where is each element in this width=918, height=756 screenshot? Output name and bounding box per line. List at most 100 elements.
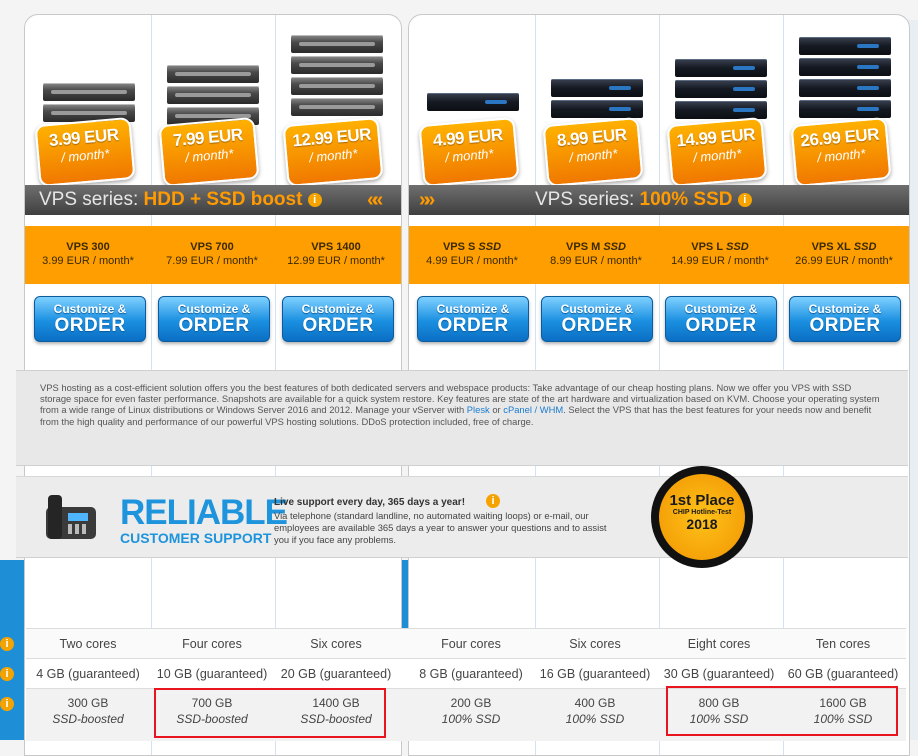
table-cell: 10 GB (guaranteed) bbox=[156, 667, 268, 681]
support-title: RELIABLE bbox=[120, 493, 288, 532]
product-name-cell: VPS L SSD 14.99 EUR / month* bbox=[659, 226, 781, 268]
product-price: 4.99 EUR / month* bbox=[426, 255, 518, 267]
table-cell: Six cores bbox=[569, 637, 621, 651]
product-name: VPS 700 bbox=[190, 241, 234, 253]
price-badge: 26.99 EUR / month* bbox=[790, 116, 892, 188]
series-title: VPS series: HDD + SSD boost i bbox=[39, 185, 322, 215]
product-name-suffix: SSD bbox=[478, 241, 502, 253]
product-name: VPS 300 bbox=[66, 241, 110, 253]
support-description: Via telephone (standard landline, no aut… bbox=[274, 510, 607, 545]
order-button-label: Customize & bbox=[53, 302, 127, 316]
series-prefix: VPS series: bbox=[535, 189, 640, 210]
table-cell: 60 GB (guaranteed) bbox=[787, 667, 899, 681]
product-price: 14.99 EUR / month* bbox=[671, 255, 769, 267]
table-cell: Four cores bbox=[182, 637, 242, 651]
table-cell: Two cores bbox=[59, 637, 117, 651]
table-cell: 300 GB SSD-boosted bbox=[52, 696, 124, 726]
order-button-vps-1400[interactable]: Customize & ORDER bbox=[282, 296, 394, 342]
order-button-vps-xl[interactable]: Customize & ORDER bbox=[789, 296, 901, 342]
award-title: 1st Place bbox=[669, 492, 735, 509]
order-button-vps-700[interactable]: Customize & ORDER bbox=[158, 296, 270, 342]
support-subtitle: CUSTOMER SUPPORT bbox=[120, 530, 272, 546]
table-cell: Six cores bbox=[310, 637, 362, 651]
order-button-label: ORDER bbox=[561, 315, 633, 336]
info-icon[interactable]: i bbox=[0, 637, 14, 651]
highlight-box bbox=[154, 688, 386, 738]
price-badge: 3.99 EUR / month* bbox=[34, 116, 136, 188]
product-name-cell: VPS XL SSD 26.99 EUR / month* bbox=[783, 226, 905, 268]
series-title-bar: VPS series: HDD + SSD boost i «« bbox=[25, 185, 401, 215]
table-cell: Ten cores bbox=[815, 637, 871, 651]
highlight-box bbox=[666, 686, 898, 736]
table-cell: 4 GB (guaranteed) bbox=[36, 667, 140, 681]
order-button-vps-l[interactable]: Customize & ORDER bbox=[665, 296, 777, 342]
order-button-vps-m[interactable]: Customize & ORDER bbox=[541, 296, 653, 342]
product-vps-xl[interactable]: 26.99 EUR / month* bbox=[787, 35, 905, 188]
info-icon[interactable]: i bbox=[307, 192, 322, 207]
order-button-label: ORDER bbox=[302, 315, 374, 336]
product-price: 26.99 EUR / month* bbox=[795, 255, 893, 267]
order-button-vps-s[interactable]: Customize & ORDER bbox=[417, 296, 529, 342]
cpanel-link[interactable]: cPanel / WHM bbox=[503, 404, 563, 415]
server-image bbox=[551, 79, 643, 121]
series-highlight: 100% SSD bbox=[639, 189, 733, 210]
product-name-suffix: SSD bbox=[853, 241, 877, 253]
chevron-left-icon: «« bbox=[367, 189, 383, 211]
series-highlight: HDD + SSD boost bbox=[143, 189, 303, 210]
info-icon[interactable]: i bbox=[0, 697, 14, 711]
order-button-label: ORDER bbox=[178, 315, 250, 336]
order-button-label: ORDER bbox=[685, 315, 757, 336]
description-box: VPS hosting as a cost-efficient solution… bbox=[16, 370, 908, 466]
product-vps-m[interactable]: 8.99 EUR / month* bbox=[539, 35, 657, 188]
table-cell: 8 GB (guaranteed) bbox=[419, 667, 523, 681]
order-button-label: Customize & bbox=[436, 302, 510, 316]
product-name-cell: VPS M SSD 8.99 EUR / month* bbox=[535, 226, 657, 268]
product-name: VPS XL bbox=[811, 241, 851, 253]
order-button-label: Customize & bbox=[177, 302, 251, 316]
product-price: 8.99 EUR / month* bbox=[550, 255, 642, 267]
product-name: VPS 1400 bbox=[311, 241, 361, 253]
product-name-cell: VPS 700 7.99 EUR / month* bbox=[151, 226, 273, 268]
series-prefix: VPS series: bbox=[39, 189, 144, 210]
description-text: VPS hosting as a cost-efficient solution… bbox=[40, 382, 880, 427]
order-button-label: ORDER bbox=[54, 315, 126, 336]
product-name-cell: VPS 300 3.99 EUR / month* bbox=[27, 226, 149, 268]
info-icon[interactable]: i bbox=[0, 667, 14, 681]
award-year: 2018 bbox=[686, 516, 718, 532]
product-name: VPS L bbox=[691, 241, 724, 253]
info-icon[interactable]: i bbox=[486, 494, 500, 508]
series-title-bar: »» VPS series: 100% SSD i bbox=[409, 185, 909, 215]
table-cell: 400 GB 100% SSD bbox=[565, 696, 625, 726]
product-price: 7.99 EUR / month* bbox=[166, 255, 258, 267]
product-vps-300[interactable]: 3.99 EUR / month* bbox=[31, 35, 149, 188]
series-title: VPS series: 100% SSD i bbox=[535, 185, 752, 215]
cores-row: Two cores Four cores Six cores Four core… bbox=[26, 628, 906, 659]
order-button-label: ORDER bbox=[809, 315, 881, 336]
order-button-label: Customize & bbox=[560, 302, 634, 316]
product-name-suffix: SSD bbox=[603, 241, 626, 253]
product-name: VPS M bbox=[566, 241, 601, 253]
order-button-vps-300[interactable]: Customize & ORDER bbox=[34, 296, 146, 342]
product-vps-700[interactable]: 7.99 EUR / month* bbox=[155, 35, 273, 188]
product-price: 3.99 EUR / month* bbox=[42, 255, 134, 267]
info-icon[interactable]: i bbox=[737, 192, 752, 207]
order-button-label: Customize & bbox=[808, 302, 882, 316]
price-badge: 4.99 EUR / month* bbox=[418, 116, 520, 188]
award-source: CHIP Hotline-Test bbox=[672, 509, 732, 516]
price-badge: 8.99 EUR / month* bbox=[542, 116, 644, 188]
chevron-right-icon: »» bbox=[419, 189, 435, 211]
product-names-row: VPS 300 3.99 EUR / month* VPS 700 7.99 EUR… bbox=[25, 226, 401, 284]
product-name: VPS S bbox=[442, 241, 476, 253]
ram-row: 4 GB (guaranteed) 10 GB (guaranteed) 20 … bbox=[26, 658, 906, 689]
table-cell: 200 GB 100% SSD bbox=[441, 696, 501, 726]
order-button-label: Customize & bbox=[301, 302, 375, 316]
table-cell: Eight cores bbox=[687, 637, 751, 651]
product-price: 12.99 EUR / month* bbox=[287, 255, 385, 267]
telephone-icon bbox=[46, 495, 96, 539]
product-vps-s[interactable]: 4.99 EUR / month* bbox=[415, 35, 533, 188]
server-image bbox=[675, 59, 767, 122]
order-button-label: Customize & bbox=[684, 302, 758, 316]
plesk-link[interactable]: Plesk bbox=[467, 404, 490, 415]
product-vps-1400[interactable]: 12.99 EUR / month* bbox=[279, 35, 397, 188]
product-vps-l[interactable]: 14.99 EUR / month* bbox=[663, 35, 781, 188]
